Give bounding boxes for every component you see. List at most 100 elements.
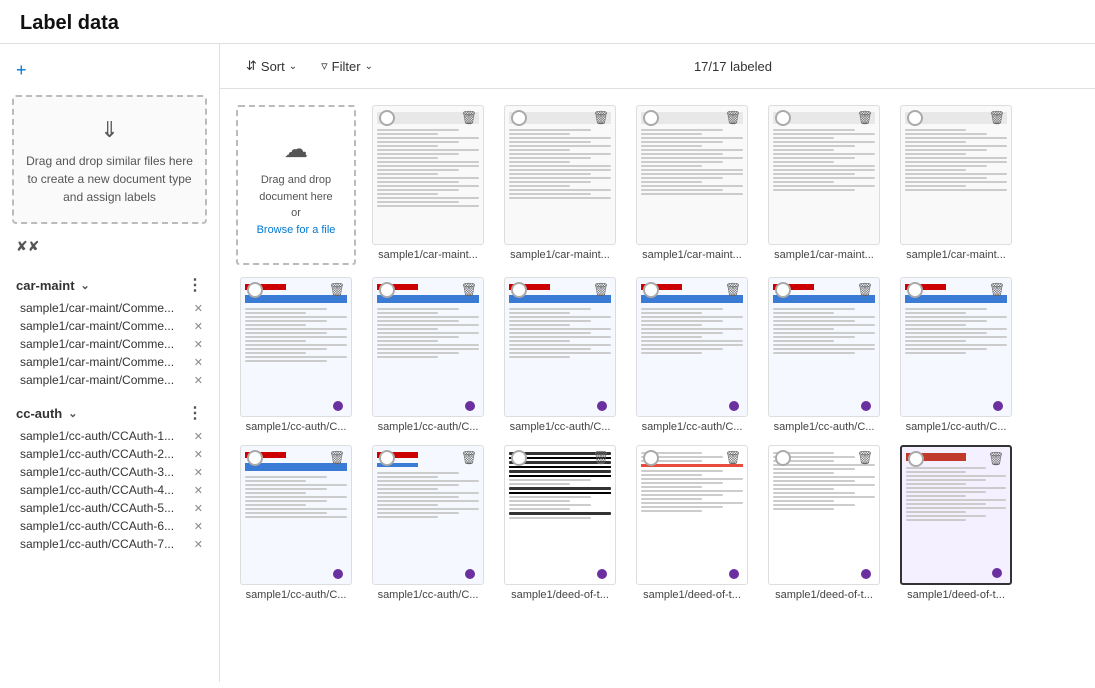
grid-card-6[interactable]: 🗑 (236, 277, 356, 433)
grid-card-17[interactable]: 🗑 (896, 445, 1016, 601)
grid-card-5[interactable]: 🗑 (896, 105, 1016, 265)
close-icon[interactable]: ✕ (194, 302, 203, 315)
delete-icon-10[interactable]: 🗑 (856, 282, 873, 298)
grid-card-12[interactable]: 🗑 (236, 445, 356, 601)
delete-icon-2[interactable]: 🗑 (592, 110, 609, 126)
collapse-button[interactable]: ✘✘ (0, 232, 219, 261)
delete-icon-8[interactable]: 🗑 (592, 282, 609, 298)
card-label-5: sample1/car-maint... (900, 249, 1012, 261)
grid-card-9[interactable]: 🗑 (632, 277, 752, 433)
delete-icon-14[interactable]: 🗑 (592, 450, 609, 466)
sidebar-item-cc-auth-1[interactable]: sample1/cc-auth/CCAuth-1... ✕ (0, 427, 219, 445)
grid-card-16[interactable]: 🗑 (764, 445, 884, 601)
delete-icon-7[interactable]: 🗑 (460, 282, 477, 298)
card-checkbox-2[interactable] (511, 110, 527, 126)
delete-icon-11[interactable]: 🗑 (988, 282, 1005, 298)
grid-card-13[interactable]: 🗑 (368, 445, 488, 601)
sidebar-item-cc-auth-2[interactable]: sample1/cc-auth/CCAuth-2... ✕ (0, 445, 219, 463)
more-options-icon-2[interactable]: ⋮ (187, 403, 203, 423)
grid-card-15[interactable]: 🗑 (632, 445, 752, 601)
sidebar-item-car-maint-4[interactable]: sample1/car-maint/Comme... ✕ (0, 353, 219, 371)
card-label-11: sample1/cc-auth/C... (900, 421, 1012, 433)
close-icon[interactable]: ✕ (194, 374, 203, 387)
delete-icon-3[interactable]: 🗑 (724, 110, 741, 126)
sort-button[interactable]: ⇵ Sort ⌄ (236, 54, 307, 78)
delete-icon-15[interactable]: 🗑 (724, 450, 741, 466)
sidebar-item-car-maint-3[interactable]: sample1/car-maint/Comme... ✕ (0, 335, 219, 353)
card-label-4: sample1/car-maint... (768, 249, 880, 261)
card-checkbox-10[interactable] (775, 282, 791, 298)
delete-icon-9[interactable]: 🗑 (724, 282, 741, 298)
delete-icon-17[interactable]: 🗑 (987, 451, 1004, 467)
card-label-13: sample1/cc-auth/C... (372, 589, 484, 601)
card-label-9: sample1/cc-auth/C... (636, 421, 748, 433)
card-checkbox-5[interactable] (907, 110, 923, 126)
sidebar-section-header-cc-auth[interactable]: cc-auth ⌄ ⋮ (0, 399, 219, 427)
more-options-icon[interactable]: ⋮ (187, 275, 203, 295)
cloud-upload-icon: ☁ (284, 132, 308, 168)
grid-card-2[interactable]: 🗑 (500, 105, 620, 265)
card-checkbox-7[interactable] (379, 282, 395, 298)
labeled-dot-14 (597, 569, 607, 579)
card-label-7: sample1/cc-auth/C... (372, 421, 484, 433)
close-icon[interactable]: ✕ (194, 520, 203, 533)
add-button[interactable]: + (0, 54, 219, 87)
sidebar-item-cc-auth-3[interactable]: sample1/cc-auth/CCAuth-3... ✕ (0, 463, 219, 481)
sidebar-item-car-maint-1[interactable]: sample1/car-maint/Comme... ✕ (0, 299, 219, 317)
sidebar-item-cc-auth-6[interactable]: sample1/cc-auth/CCAuth-6... ✕ (0, 517, 219, 535)
card-checkbox-12[interactable] (247, 450, 263, 466)
grid-card-10[interactable]: 🗑 (764, 277, 884, 433)
filter-chevron-icon: ⌄ (365, 61, 373, 72)
close-icon[interactable]: ✕ (194, 448, 203, 461)
card-checkbox-13[interactable] (379, 450, 395, 466)
card-checkbox-16[interactable] (775, 450, 791, 466)
sidebar-item-cc-auth-7[interactable]: sample1/cc-auth/CCAuth-7... ✕ (0, 535, 219, 553)
card-label-16: sample1/deed-of-t... (768, 589, 880, 601)
filter-button[interactable]: ▿ Filter ⌄ (311, 54, 383, 78)
grid-drag-drop-card[interactable]: ☁ Drag and drop document here or Browse … (236, 105, 356, 265)
grid-card-14[interactable]: 🗑 (500, 445, 620, 601)
close-icon[interactable]: ✕ (194, 466, 203, 479)
grid-card-1[interactable]: 🗑 (368, 105, 488, 265)
close-icon[interactable]: ✕ (194, 338, 203, 351)
card-checkbox-1[interactable] (379, 110, 395, 126)
card-label-10: sample1/cc-auth/C... (768, 421, 880, 433)
card-checkbox-14[interactable] (511, 450, 527, 466)
sidebar-item-cc-auth-4[interactable]: sample1/cc-auth/CCAuth-4... ✕ (0, 481, 219, 499)
delete-icon-1[interactable]: 🗑 (460, 110, 477, 126)
sidebar-item-cc-auth-5[interactable]: sample1/cc-auth/CCAuth-5... ✕ (0, 499, 219, 517)
sidebar-item-car-maint-5[interactable]: sample1/car-maint/Comme... ✕ (0, 371, 219, 389)
close-icon[interactable]: ✕ (194, 502, 203, 515)
sidebar-section-header-car-maint[interactable]: car-maint ⌄ ⋮ (0, 271, 219, 299)
section-label-car-maint: car-maint (16, 278, 75, 293)
card-checkbox-11[interactable] (907, 282, 923, 298)
close-icon[interactable]: ✕ (194, 484, 203, 497)
sidebar-drag-drop[interactable]: ⇓ Drag and drop similar files here to cr… (12, 95, 207, 224)
delete-icon-6[interactable]: 🗑 (328, 282, 345, 298)
card-checkbox-6[interactable] (247, 282, 263, 298)
close-icon[interactable]: ✕ (194, 538, 203, 551)
grid-card-3[interactable]: 🗑 (632, 105, 752, 265)
close-icon[interactable]: ✕ (194, 320, 203, 333)
sidebar-item-car-maint-2[interactable]: sample1/car-maint/Comme... ✕ (0, 317, 219, 335)
grid-card-7[interactable]: 🗑 (368, 277, 488, 433)
delete-icon-5[interactable]: 🗑 (988, 110, 1005, 126)
delete-icon-16[interactable]: 🗑 (856, 450, 873, 466)
grid-card-4[interactable]: 🗑 (764, 105, 884, 265)
card-checkbox-4[interactable] (775, 110, 791, 126)
card-checkbox-8[interactable] (511, 282, 527, 298)
card-label-17: sample1/deed-of-t... (900, 589, 1012, 601)
delete-icon-13[interactable]: 🗑 (460, 450, 477, 466)
close-icon[interactable]: ✕ (194, 430, 203, 443)
grid-card-11[interactable]: 🗑 (896, 277, 1016, 433)
grid-card-8[interactable]: 🗑 (500, 277, 620, 433)
card-checkbox-17[interactable] (908, 451, 924, 467)
delete-icon-12[interactable]: 🗑 (328, 450, 345, 466)
browse-link[interactable]: Browse for a file (257, 222, 336, 239)
card-checkbox-9[interactable] (643, 282, 659, 298)
card-checkbox-3[interactable] (643, 110, 659, 126)
close-icon[interactable]: ✕ (194, 356, 203, 369)
delete-icon-4[interactable]: 🗑 (856, 110, 873, 126)
card-checkbox-15[interactable] (643, 450, 659, 466)
labeled-dot-12 (333, 569, 343, 579)
